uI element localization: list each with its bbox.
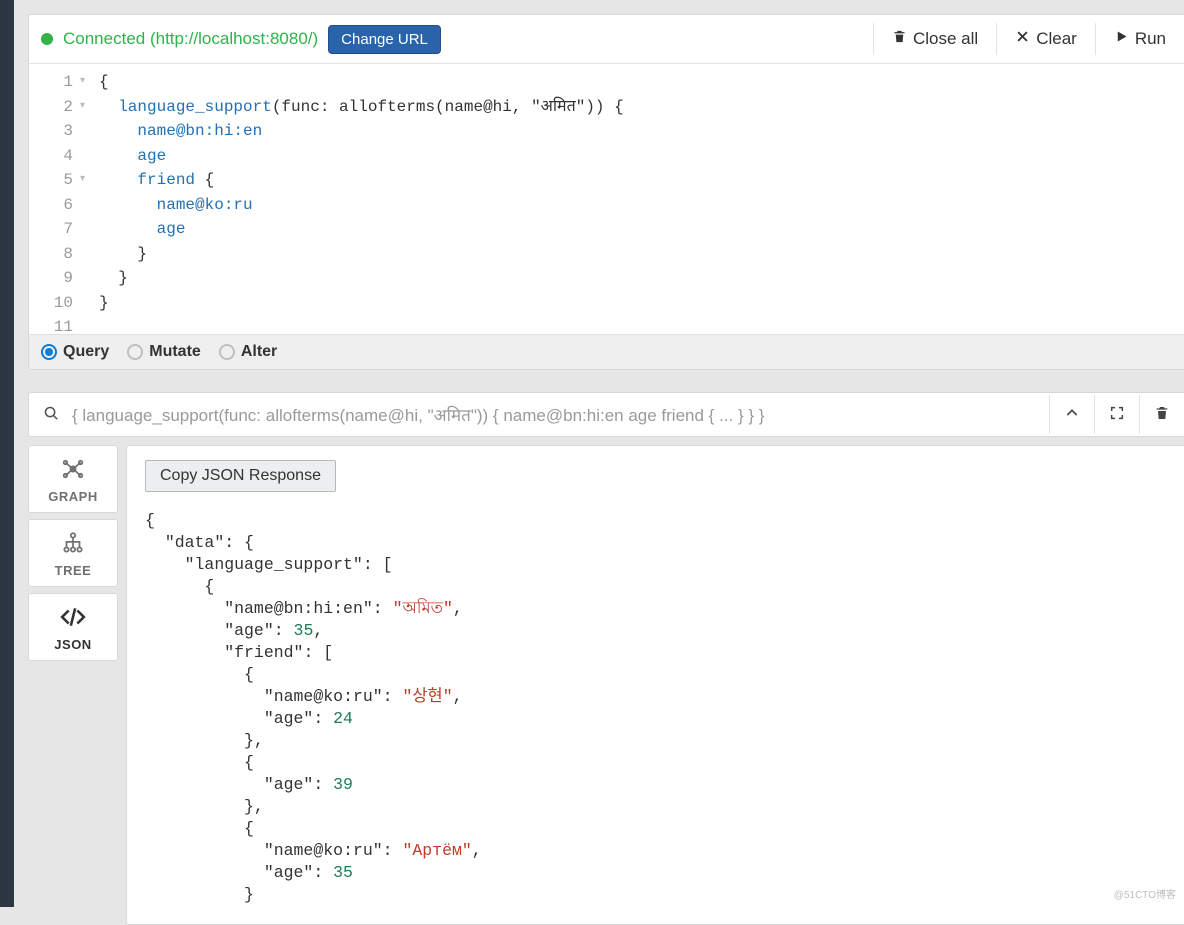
change-url-button[interactable]: Change URL [328, 25, 441, 54]
json-response[interactable]: { "data": { "language_support": [ { "nam… [145, 510, 1166, 906]
delete-query-button[interactable] [1139, 395, 1184, 434]
results-area: GRAPH TREE JSON Copy JSON Response { "da… [28, 445, 1184, 925]
close-all-label: Close all [913, 29, 978, 49]
clear-button[interactable]: Clear [996, 23, 1095, 55]
collapse-button[interactable] [1049, 395, 1094, 434]
connection-status-text: Connected (http://localhost:8080/) [63, 29, 318, 49]
search-icon [29, 405, 68, 425]
tab-graph-label: GRAPH [48, 489, 97, 504]
run-label: Run [1135, 29, 1166, 49]
query-editor[interactable]: 1234567891011 { language_support(func: a… [29, 64, 1184, 334]
tab-tree[interactable]: TREE [28, 519, 118, 587]
mode-alter-radio[interactable]: Alter [219, 343, 277, 361]
editor-code[interactable]: { language_support(func: allofterms(name… [89, 64, 1184, 334]
copy-json-button[interactable]: Copy JSON Response [145, 460, 336, 492]
fullscreen-button[interactable] [1094, 395, 1139, 434]
query-summary-bar: { language_support(func: allofterms(name… [28, 392, 1184, 437]
chevron-up-icon [1064, 405, 1080, 424]
trash-icon [1154, 405, 1170, 424]
mode-mutate-label: Mutate [149, 343, 201, 361]
connection-status-dot [41, 33, 53, 45]
topbar: Connected (http://localhost:8080/) Chang… [29, 15, 1184, 64]
watermark: @51CTO博客 [1114, 886, 1176, 901]
tab-graph[interactable]: GRAPH [28, 445, 118, 513]
editor-gutter: 1234567891011 [29, 64, 89, 334]
result-body: Copy JSON Response { "data": { "language… [126, 445, 1184, 925]
tree-icon [60, 530, 86, 559]
mode-bar: Query Mutate Alter [29, 334, 1184, 369]
mode-alter-label: Alter [241, 343, 277, 361]
query-summary-text[interactable]: { language_support(func: allofterms(name… [68, 393, 1049, 436]
expand-icon [1109, 405, 1125, 424]
graph-icon [60, 456, 86, 485]
tab-json[interactable]: JSON [28, 593, 118, 661]
run-button[interactable]: Run [1095, 23, 1184, 55]
clear-label: Clear [1036, 29, 1077, 49]
play-icon [1114, 29, 1129, 49]
tab-json-label: JSON [54, 637, 91, 652]
tab-tree-label: TREE [55, 563, 92, 578]
mode-query-label: Query [63, 343, 109, 361]
code-icon [60, 604, 86, 633]
mode-mutate-radio[interactable]: Mutate [127, 343, 201, 361]
close-all-button[interactable]: Close all [873, 23, 996, 55]
trash-icon [892, 29, 907, 49]
mode-query-radio[interactable]: Query [41, 343, 109, 361]
close-icon [1015, 29, 1030, 49]
